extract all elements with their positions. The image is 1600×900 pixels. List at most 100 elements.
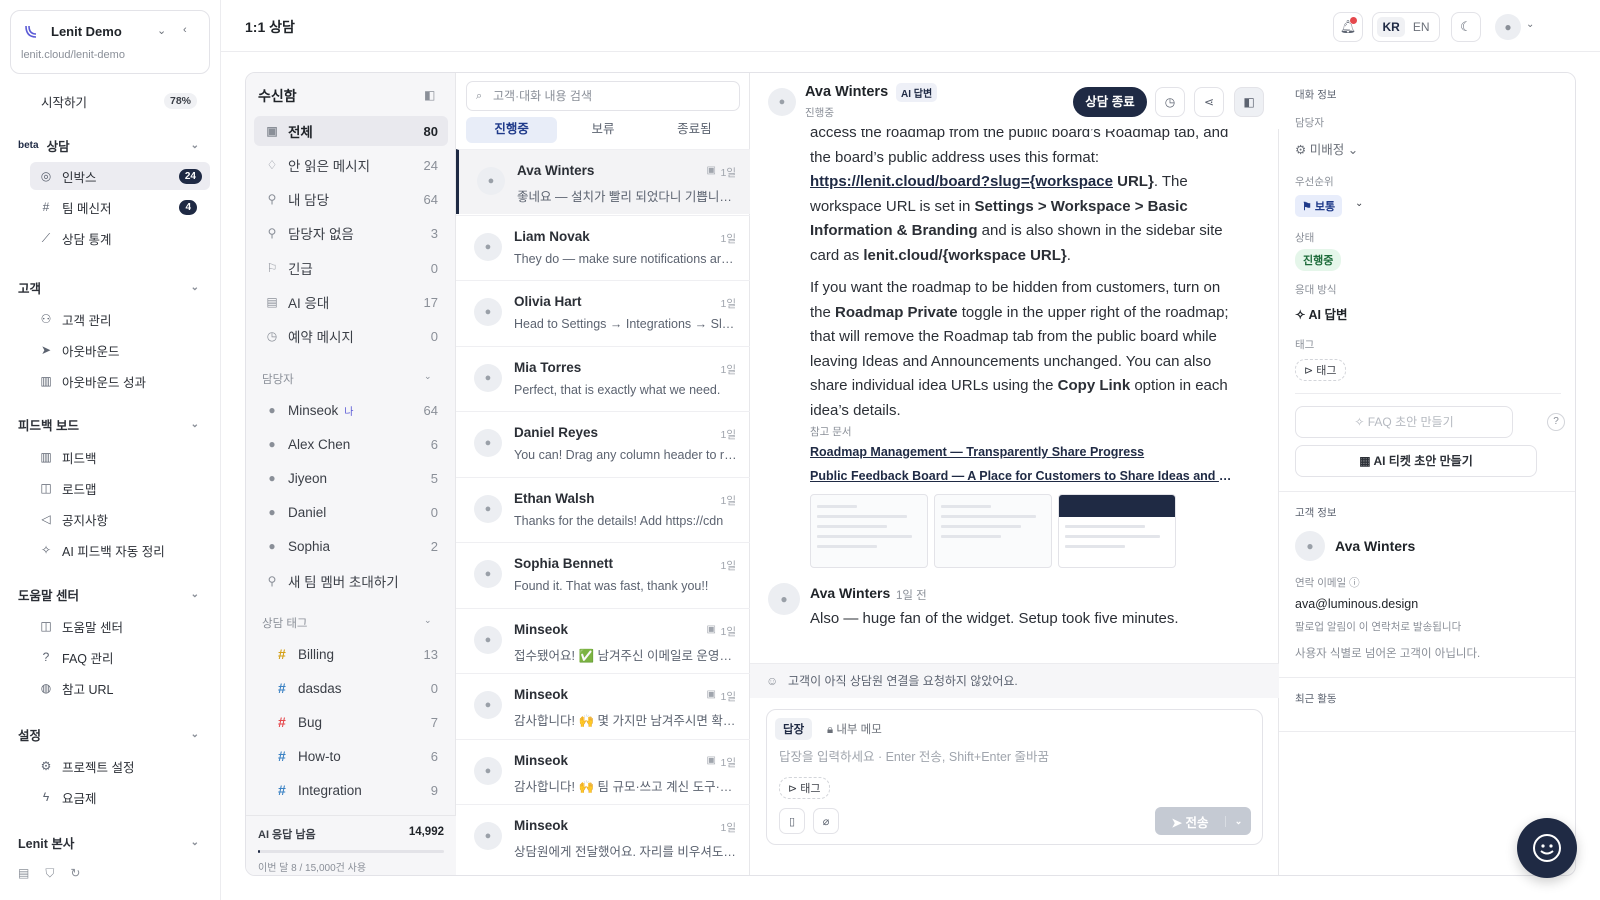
conversation-item[interactable]: ● Minseok 1일상담원에게 전달했어요. 자리를 비우셔도 답변은 이메일로… [456,804,750,869]
sidebar-item-project-settings[interactable]: ⚙ 프로젝트 설정 [0,752,221,780]
sidebar-item-start[interactable]: 시작하기 78% [0,87,221,115]
sidebar-item-feedback[interactable]: ▥ 피드백 [0,443,221,471]
sidebar-item-team-messenger[interactable]: # 팀 메신저 4 [0,193,221,221]
lang-kr-button[interactable]: KR [1377,17,1405,37]
search-input[interactable]: ⌕ 고객·대화 내용 검색 [466,81,740,111]
end-chat-button[interactable]: 상담 종료 [1073,87,1147,117]
chevron-down-icon[interactable]: ⌄ [1355,198,1363,209]
conversation-item[interactable]: ● Olivia Hart 1일 Head to Settings → Integra… [456,280,750,345]
reference-thumbnail[interactable] [934,494,1052,568]
sidebar-item-customers[interactable]: ⚇ 고객 관리 [0,305,221,333]
conversation-item[interactable]: ● Minseok ▣ 1일감사합니다! 🙌 몇 가지만 남겨주시면 확인 후 안내드… [456,673,750,738]
conversation-item[interactable]: ● Sophia Bennett 1일 Found it. That was fast… [456,542,750,607]
sidebar-section-hq[interactable]: Lenit 본사 ⌄ [0,828,221,856]
project-switcher[interactable]: Lenit Demo ⌄ ‹ lenit.cloud/lenit-demo [10,10,210,74]
folder-item-scheduled[interactable]: ◷ 예약 메시지 0 [254,321,448,351]
tab-internal-memo[interactable]: 🔒︎ 내부 메모 [819,718,890,740]
ai-ticket-draft-button[interactable]: ▦ AI 티켓 초안 만들기 [1295,445,1537,477]
tab-pending[interactable]: 보류 [557,117,648,143]
tag-item[interactable]: # dasdas 0 [254,673,448,703]
conversation-item[interactable]: ● Minseok ▣ 1일접수됐어요! ✅ 남겨주신 이메일로 운영진이 연락드릴게… [456,607,750,673]
attach-button[interactable]: ⌀ [813,808,839,834]
refresh-icon[interactable]: ↻ [70,866,80,881]
conversation-item[interactable]: ● Ethan Walsh 1일 Thanks for the details! Ad… [456,476,750,542]
chevron-down-icon[interactable]: ⌄ [1526,19,1534,30]
reference-link[interactable]: Roadmap Management — Transparently Share… [810,445,1235,459]
tag-item[interactable]: # Bug 7 [254,707,448,737]
sidebar-item-outbound-results[interactable]: ▥ 아웃바운드 성과 [0,367,221,395]
assignee-item[interactable]: ● Sophia 2 [254,531,448,561]
dark-mode-button[interactable]: ☾ [1451,12,1481,42]
support-widget-button[interactable] [1517,818,1577,878]
sidebar-item-help-center[interactable]: ◫ 도움말 센터 [0,612,221,640]
chevron-down-icon[interactable]: ⌄ [157,24,166,37]
shield-icon[interactable]: ⛉ [45,866,54,881]
conversation-item[interactable]: ● Daniel Reyes 1일 You can! Drag any column … [456,411,750,476]
language-switch[interactable]: KR EN [1372,12,1440,42]
add-tag-button[interactable]: ⊳ 태그 [1295,359,1346,381]
faq-draft-button[interactable]: ✧ FAQ 초안 만들기 [1295,406,1513,438]
notification-button[interactable]: 🔔︎ [1333,12,1363,42]
sidebar-section-settings[interactable]: 설정 ⌄ [0,720,221,748]
email-value[interactable]: ava@luminous.design [1295,597,1418,611]
tab-reply[interactable]: 답장 [775,718,813,740]
sidebar-item-roadmap[interactable]: ◫ 로드맵 [0,474,221,502]
conversation-item[interactable]: ● Minseok ▣ 1일감사합니다! 🙌 팀 규모·쓰고 계신 도구·궁금한 점을… [456,738,750,804]
priority-select[interactable]: ⚑ 보통 [1295,195,1343,217]
sidebar-item-reference-url[interactable]: ◍ 참고 URL [0,674,221,702]
tag-item[interactable]: # Integration 9 [254,775,448,805]
reference-link[interactable]: Public Feedback Board — A Place for Cust… [810,469,1235,483]
folder-item-all[interactable]: ▣ 전체 80 [254,116,448,146]
lang-en-button[interactable]: EN [1408,17,1435,37]
assignee-section-header[interactable]: 담당자 ⌄ [262,371,432,387]
sidebar-item-stats[interactable]: ⟋ 상담 통계 [0,224,221,252]
assignee-item[interactable]: ● Daniel 0 [254,497,448,527]
board-url-link[interactable]: https://lenit.cloud/board?slug={workspac… [810,173,1113,190]
help-icon[interactable]: ? [1547,413,1565,431]
assignee-select[interactable]: ⚙ 미배정 ⌄ [1295,139,1358,158]
reference-thumbnail[interactable] [810,494,928,568]
folder-item-mine[interactable]: ⚲ 내 담당 64 [254,184,448,214]
avatar[interactable]: ● [1495,14,1521,40]
tag-item[interactable]: # How-to 6 [254,741,448,771]
assignee-item[interactable]: ● Minseok 나 64 [254,395,448,425]
folder-item-unread[interactable]: ♢ 안 읽은 메시지 24 [254,150,448,180]
sidebar-item-faq[interactable]: ? FAQ 관리 [0,643,221,671]
sidebar-item-plan[interactable]: ϟ 요금제 [0,783,221,811]
conversation-item[interactable]: ● Liam Novak 1일 They do — make sure notific… [456,214,750,280]
sidebar-section-consult[interactable]: beta 상담 ⌄ [0,131,221,159]
assignee-item[interactable]: ● Alex Chen 6 [254,429,448,459]
tab-closed[interactable]: 종료됨 [649,117,740,143]
sidebar-item-ai-feedback[interactable]: ✧ AI 피드백 자동 정리 [0,536,221,564]
snooze-button[interactable]: ◷ [1155,87,1185,117]
conversation-item[interactable]: ● Ava Winters ▣ 1일좋네요 — 설치가 빨리 되었다니 기쁩니다. 더… [456,149,750,214]
folder-item-unassigned[interactable]: ⚲ 담당자 없음 3 [254,218,448,248]
conversation-item[interactable]: ● Mia Torres 1일 Perfect, that is exactly wh… [456,345,750,411]
invite-member-button[interactable]: ⚲ 새 팀 멤버 초대하기 [254,566,448,596]
document-icon[interactable]: ▤ [18,866,29,881]
assignee-item[interactable]: ● Jiyeon 5 [254,463,448,493]
sidebar-item-announcements[interactable]: ◁ 공지사항 [0,505,221,533]
help-icon[interactable]: ⓘ [1349,577,1360,589]
sidebar-item-outbound[interactable]: ➤ 아웃바운드 [0,336,221,364]
bookmark-button[interactable]: ▯ [779,808,805,834]
tag-item[interactable]: # Billing 13 [254,639,448,669]
tags-section-header[interactable]: 상담 태그 ⌄ [262,615,432,631]
tab-open[interactable]: 진행중 [466,117,558,143]
sidebar-section-customer[interactable]: 고객 ⌄ [0,273,221,301]
add-tag-button[interactable]: ⊳ 태그 [779,777,830,799]
folder-item-ai[interactable]: ▤ AI 응대 17 [254,287,448,317]
reply-input[interactable]: 답장을 입력하세요 · Enter 전송, Shift+Enter 줄바꿈 [779,746,1049,765]
send-button[interactable]: ➤ 전송 ⌄ [1155,807,1251,835]
panel-toggle-icon[interactable]: ◧ [424,88,435,102]
collapse-sidebar-icon[interactable]: ‹ [183,24,187,36]
sidebar-section-help[interactable]: 도움말 센터 ⌄ [0,580,221,608]
sidebar-item-inbox[interactable]: ◎ 인박스 24 [30,162,210,190]
reference-thumbnail[interactable] [1058,494,1176,568]
chevron-down-icon[interactable]: ⌄ [1225,815,1251,827]
folder-item-urgent[interactable]: ⚐ 긴급 0 [254,253,448,283]
share-button[interactable]: ⋖ [1194,87,1224,117]
toggle-info-panel-button[interactable]: ◧ [1234,87,1264,117]
sidebar-section-feedback[interactable]: 피드백 보드 ⌄ [0,410,221,438]
status-badge[interactable]: 진행중 [1295,249,1342,271]
